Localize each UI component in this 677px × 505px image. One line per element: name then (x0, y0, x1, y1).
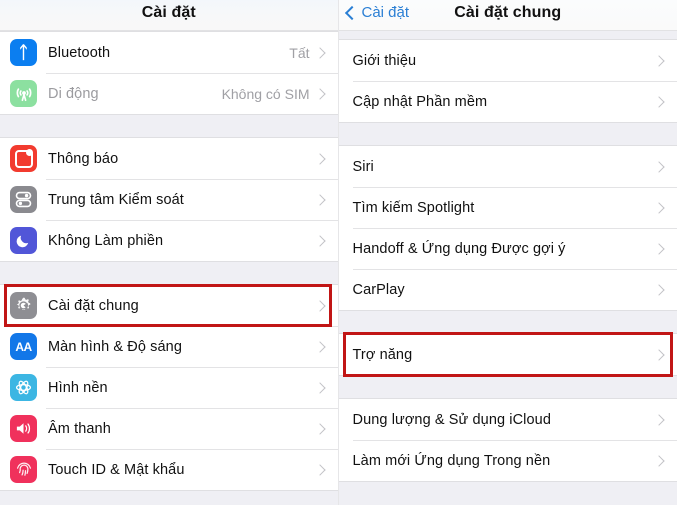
row-label: Hình nền (48, 379, 108, 396)
chevron-right-icon (313, 193, 326, 206)
chevron-right-icon (653, 242, 665, 255)
row-label: Làm mới Ứng dụng Trong nền (352, 452, 551, 469)
general-row-background-app-refresh[interactable]: Làm mới Ứng dụng Trong nền (338, 440, 677, 481)
notifications-icon (10, 145, 37, 172)
chevron-right-icon (313, 340, 326, 353)
settings-row-cellular[interactable]: Di động Không có SIM (0, 73, 338, 114)
row-label: Tìm kiếm Spotlight (352, 199, 475, 216)
row-label: Dung lượng & Sử dụng iCloud (352, 411, 551, 428)
settings-row-display-brightness[interactable]: AA Màn hình & Độ sáng (0, 326, 338, 367)
general-group-accessibility: Trợ năng (338, 333, 677, 376)
row-label: Thông báo (48, 150, 119, 167)
gear-icon (10, 292, 37, 319)
general-row-handoff[interactable]: Handoff & Ứng dụng Được gợi ý (338, 228, 677, 269)
settings-row-bluetooth[interactable]: ᛏ Bluetooth Tất (0, 32, 338, 73)
cellular-icon (10, 80, 37, 107)
section-gap (338, 123, 677, 145)
chevron-right-icon (653, 454, 665, 467)
settings-row-do-not-disturb[interactable]: Không Làm phiền (0, 220, 338, 261)
chevron-right-icon (653, 160, 665, 173)
row-label: Di động (48, 85, 99, 102)
do-not-disturb-moon-icon (10, 227, 37, 254)
chevron-right-icon (653, 54, 665, 67)
general-row-icloud-storage[interactable]: Dung lượng & Sử dụng iCloud (338, 399, 677, 440)
bluetooth-icon: ᛏ (10, 39, 37, 66)
chevron-right-icon (653, 283, 665, 296)
row-label: Touch ID & Mật khẩu (48, 461, 185, 478)
touch-id-fingerprint-icon (10, 456, 37, 483)
right-settings-list: Giới thiệu Cập nhật Phần mềm Siri Tìm ki… (338, 31, 677, 482)
left-navbar: Cài đặt (0, 0, 338, 31)
chevron-right-icon (313, 422, 326, 435)
left-settings-list: ᛏ Bluetooth Tất Di động Không có SIM Thô… (0, 31, 338, 491)
row-label: Giới thiệu (352, 52, 417, 69)
dual-screenshot-container: Cài đặt ᛏ Bluetooth Tất Di động Không có… (0, 0, 677, 505)
section-gap (0, 262, 338, 284)
settings-screen-left: Cài đặt ᛏ Bluetooth Tất Di động Không có… (0, 0, 338, 505)
row-label: Handoff & Ứng dụng Được gợi ý (352, 240, 566, 257)
control-center-icon (10, 186, 37, 213)
chevron-right-icon (313, 46, 326, 59)
chevron-right-icon (653, 201, 665, 214)
left-nav-title: Cài đặt (141, 4, 196, 21)
chevron-right-icon (313, 152, 326, 165)
section-gap (338, 31, 677, 39)
settings-group-alerts: Thông báo Trung tâm Kiểm soát Không Làm … (0, 137, 338, 262)
settings-row-touch-id[interactable]: Touch ID & Mật khẩu (0, 449, 338, 490)
chevron-right-icon (313, 463, 326, 476)
general-row-accessibility[interactable]: Trợ năng (338, 334, 677, 375)
row-label: Cài đặt chung (48, 297, 139, 314)
row-label: CarPlay (352, 281, 405, 298)
row-value: Tất (289, 44, 310, 61)
wallpaper-icon (10, 374, 37, 401)
general-settings-screen-right: Cài đặt Cài đặt chung Giới thiệu Cập nhậ… (337, 0, 677, 505)
row-label: Trung tâm Kiểm soát (48, 191, 184, 208)
general-group-about: Giới thiệu Cập nhật Phần mềm (338, 39, 677, 123)
right-nav-title: Cài đặt chung (454, 4, 562, 21)
row-label: Màn hình & Độ sáng (48, 338, 182, 355)
section-gap (338, 311, 677, 333)
row-label: Siri (352, 158, 374, 175)
settings-row-notifications[interactable]: Thông báo (0, 138, 338, 179)
chevron-right-icon (653, 413, 665, 426)
settings-row-wallpaper[interactable]: Hình nền (0, 367, 338, 408)
section-gap (0, 115, 338, 137)
row-label: Bluetooth (48, 44, 111, 61)
chevron-right-icon (313, 87, 326, 100)
row-value: Không có SIM (221, 85, 310, 102)
row-label: Trợ năng (352, 346, 413, 363)
settings-row-control-center[interactable]: Trung tâm Kiểm soát (0, 179, 338, 220)
general-row-carplay[interactable]: CarPlay (338, 269, 677, 310)
chevron-right-icon (653, 95, 665, 108)
settings-row-sounds[interactable]: Âm thanh (0, 408, 338, 449)
chevron-right-icon (313, 381, 326, 394)
row-label: Không Làm phiền (48, 232, 164, 249)
right-navbar: Cài đặt Cài đặt chung (338, 0, 677, 31)
general-row-about[interactable]: Giới thiệu (338, 40, 677, 81)
general-group-storage: Dung lượng & Sử dụng iCloud Làm mới Ứng … (338, 398, 677, 482)
sound-speaker-icon (10, 415, 37, 442)
section-gap (338, 376, 677, 398)
general-row-siri[interactable]: Siri (338, 146, 677, 187)
general-row-software-update[interactable]: Cập nhật Phần mềm (338, 81, 677, 122)
general-row-spotlight-search[interactable]: Tìm kiếm Spotlight (338, 187, 677, 228)
general-group-siri: Siri Tìm kiếm Spotlight Handoff & Ứng dụ… (338, 145, 677, 311)
settings-group-connectivity: ᛏ Bluetooth Tất Di động Không có SIM (0, 31, 338, 115)
chevron-right-icon (653, 348, 665, 361)
chevron-right-icon (313, 299, 326, 312)
settings-row-general[interactable]: Cài đặt chung (0, 285, 338, 326)
row-label: Cập nhật Phần mềm (352, 93, 488, 110)
settings-group-general: Cài đặt chung AA Màn hình & Độ sáng Hình… (0, 284, 338, 491)
row-label: Âm thanh (48, 420, 111, 437)
chevron-left-icon (344, 5, 359, 20)
chevron-right-icon (313, 234, 326, 247)
display-brightness-icon: AA (10, 333, 37, 360)
